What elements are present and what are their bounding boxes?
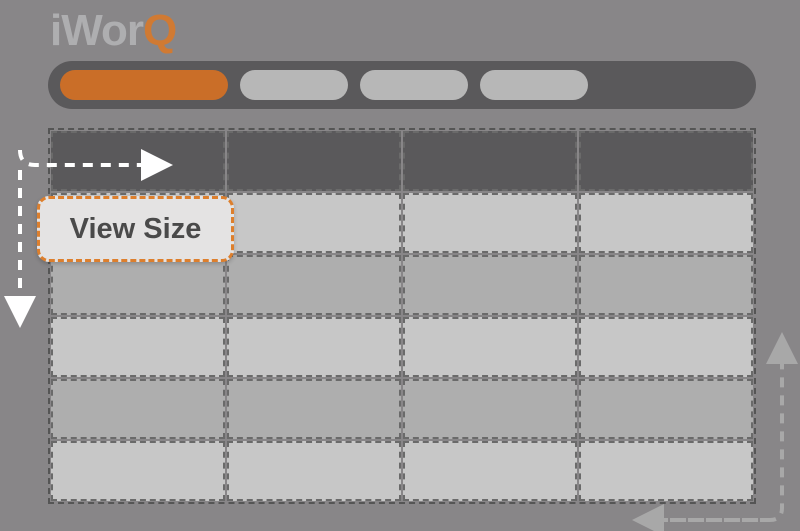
table-cell (227, 317, 401, 377)
table-cell (51, 255, 225, 315)
table-cell (579, 193, 753, 253)
table-row (50, 378, 754, 440)
header-row (50, 130, 754, 192)
header-cell (579, 131, 753, 191)
table-cell (227, 379, 401, 439)
tab-4[interactable] (480, 70, 588, 100)
logo-accent: Q (143, 6, 176, 55)
table-row (50, 254, 754, 316)
table-row (50, 316, 754, 378)
table-cell (403, 317, 577, 377)
table-cell (579, 255, 753, 315)
tab-active[interactable] (60, 70, 228, 100)
header-cell (227, 131, 401, 191)
app-logo: iWorQ (50, 6, 176, 56)
tab-3[interactable] (360, 70, 468, 100)
table-cell (403, 255, 577, 315)
header-cell (51, 131, 225, 191)
table-cell (51, 379, 225, 439)
table-cell (51, 317, 225, 377)
table-cell (579, 441, 753, 501)
table-cell (579, 379, 753, 439)
logo-prefix: iWor (50, 6, 143, 55)
table-cell (579, 317, 753, 377)
table-cell (227, 441, 401, 501)
table-cell (403, 193, 577, 253)
table-cell (403, 441, 577, 501)
data-grid (48, 128, 756, 504)
table-cell (403, 379, 577, 439)
table-cell (227, 193, 401, 253)
tab-bar (48, 61, 756, 109)
table-row (50, 440, 754, 502)
table-cell (227, 255, 401, 315)
table-cell (51, 441, 225, 501)
view-size-callout[interactable]: View Size (37, 196, 234, 262)
tab-2[interactable] (240, 70, 348, 100)
view-size-label: View Size (70, 213, 202, 246)
header-cell (403, 131, 577, 191)
